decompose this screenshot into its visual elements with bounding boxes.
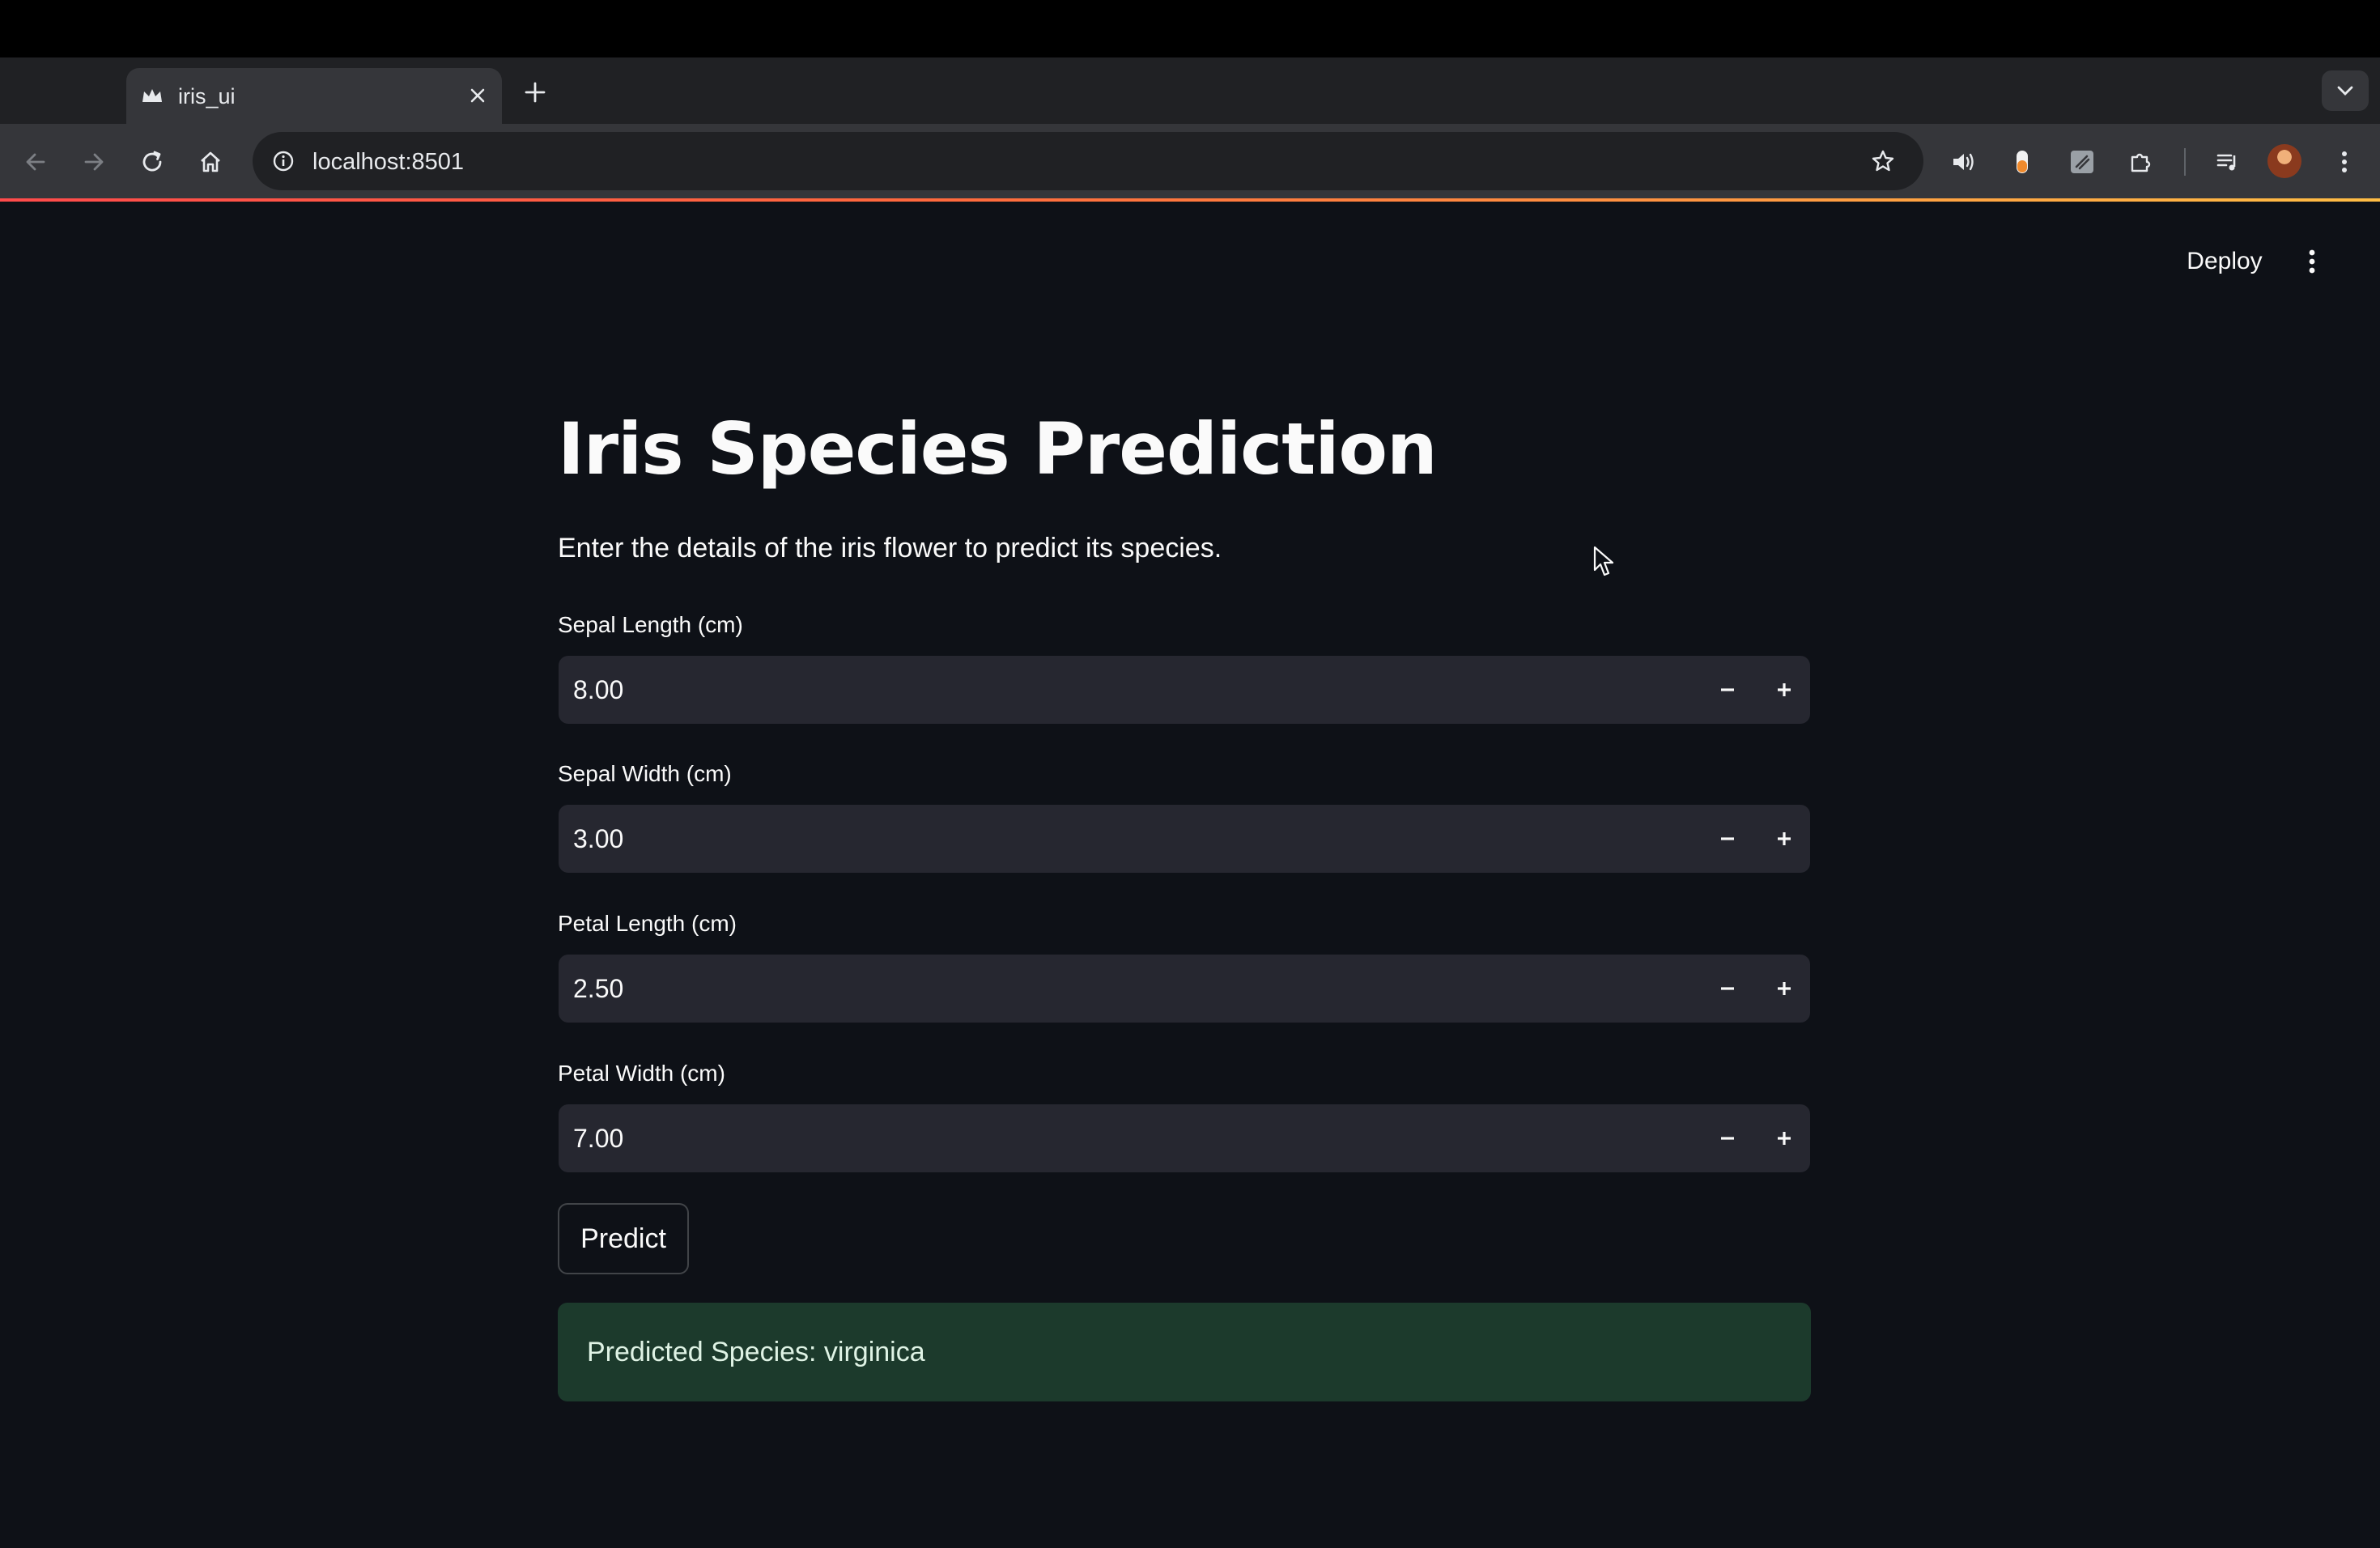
- prediction-success-alert: Predicted Species: virginica: [558, 1303, 1811, 1401]
- new-tab-plus-icon[interactable]: [518, 75, 552, 109]
- bookmark-star-icon[interactable]: [1865, 143, 1901, 179]
- site-info-icon[interactable]: [267, 145, 300, 177]
- browser-toolbar: localhost:8501: [0, 124, 2380, 200]
- petal-length-decrement-icon[interactable]: [1705, 966, 1750, 1011]
- streamlit-app: Deploy Iris Species Prediction Enter the…: [0, 202, 2380, 1548]
- page-description: Enter the details of the iris flower to …: [558, 533, 1222, 563]
- sepal-width-value[interactable]: 3.00: [573, 805, 623, 873]
- extension-orange-icon[interactable]: [2003, 142, 2042, 181]
- petal-length-input[interactable]: 2.50: [559, 955, 1810, 1023]
- deploy-button[interactable]: Deploy: [2174, 239, 2275, 284]
- back-arrow-icon[interactable]: [16, 142, 55, 181]
- petal-length-value[interactable]: 2.50: [573, 955, 623, 1023]
- tab-search-chevron-icon[interactable]: [2322, 70, 2369, 111]
- home-icon[interactable]: [191, 142, 230, 181]
- sepal-length-increment-icon[interactable]: [1762, 667, 1807, 712]
- sepal-width-increment-icon[interactable]: [1762, 816, 1807, 861]
- page-title: Iris Species Prediction: [558, 407, 1438, 491]
- app-header: Deploy: [0, 202, 2380, 312]
- browser-tab[interactable]: iris_ui: [126, 68, 502, 124]
- petal-width-label: Petal Width (cm): [558, 1061, 725, 1086]
- sepal-length-label: Sepal Length (cm): [558, 612, 743, 637]
- petal-length-label: Petal Length (cm): [558, 911, 737, 936]
- prediction-result-text: Predicted Species: virginica: [587, 1337, 925, 1367]
- forward-arrow-icon[interactable]: [74, 142, 113, 181]
- petal-width-decrement-icon[interactable]: [1705, 1116, 1750, 1161]
- close-tab-icon[interactable]: [463, 81, 492, 110]
- sepal-width-input[interactable]: 3.00: [559, 805, 1810, 873]
- petal-width-increment-icon[interactable]: [1762, 1116, 1807, 1161]
- mouse-pointer-icon: [1593, 546, 1614, 576]
- screen: iris_ui localhost:8501 Deploy Iris Speci…: [0, 0, 2380, 1548]
- petal-width-input[interactable]: 7.00: [559, 1104, 1810, 1172]
- browser-tab-strip: iris_ui: [0, 57, 2380, 124]
- petal-width-value[interactable]: 7.00: [573, 1104, 623, 1172]
- media-queue-icon[interactable]: [2208, 142, 2247, 181]
- streamlit-crown-icon: [139, 85, 165, 108]
- address-bar[interactable]: localhost:8501: [253, 132, 1923, 190]
- sepal-length-input[interactable]: 8.00: [559, 656, 1810, 724]
- puzzle-extensions-icon[interactable]: [2121, 142, 2160, 181]
- reload-icon[interactable]: [133, 142, 172, 181]
- speaker-icon[interactable]: [1944, 142, 1983, 181]
- extension-slash-icon[interactable]: [2063, 142, 2102, 181]
- tab-title: iris_ui: [178, 84, 236, 108]
- url-text: localhost:8501: [312, 149, 465, 175]
- sepal-length-decrement-icon[interactable]: [1705, 667, 1750, 712]
- profile-avatar[interactable]: [2267, 144, 2301, 178]
- sepal-width-decrement-icon[interactable]: [1705, 816, 1750, 861]
- petal-length-increment-icon[interactable]: [1762, 966, 1807, 1011]
- sepal-width-label: Sepal Width (cm): [558, 761, 732, 786]
- predict-button[interactable]: Predict: [558, 1203, 689, 1274]
- browser-menu-icon[interactable]: [2325, 142, 2364, 181]
- sepal-length-value[interactable]: 8.00: [573, 656, 623, 724]
- vertical-ellipsis-icon[interactable]: [2293, 240, 2331, 283]
- toolbar-divider: [2184, 148, 2186, 176]
